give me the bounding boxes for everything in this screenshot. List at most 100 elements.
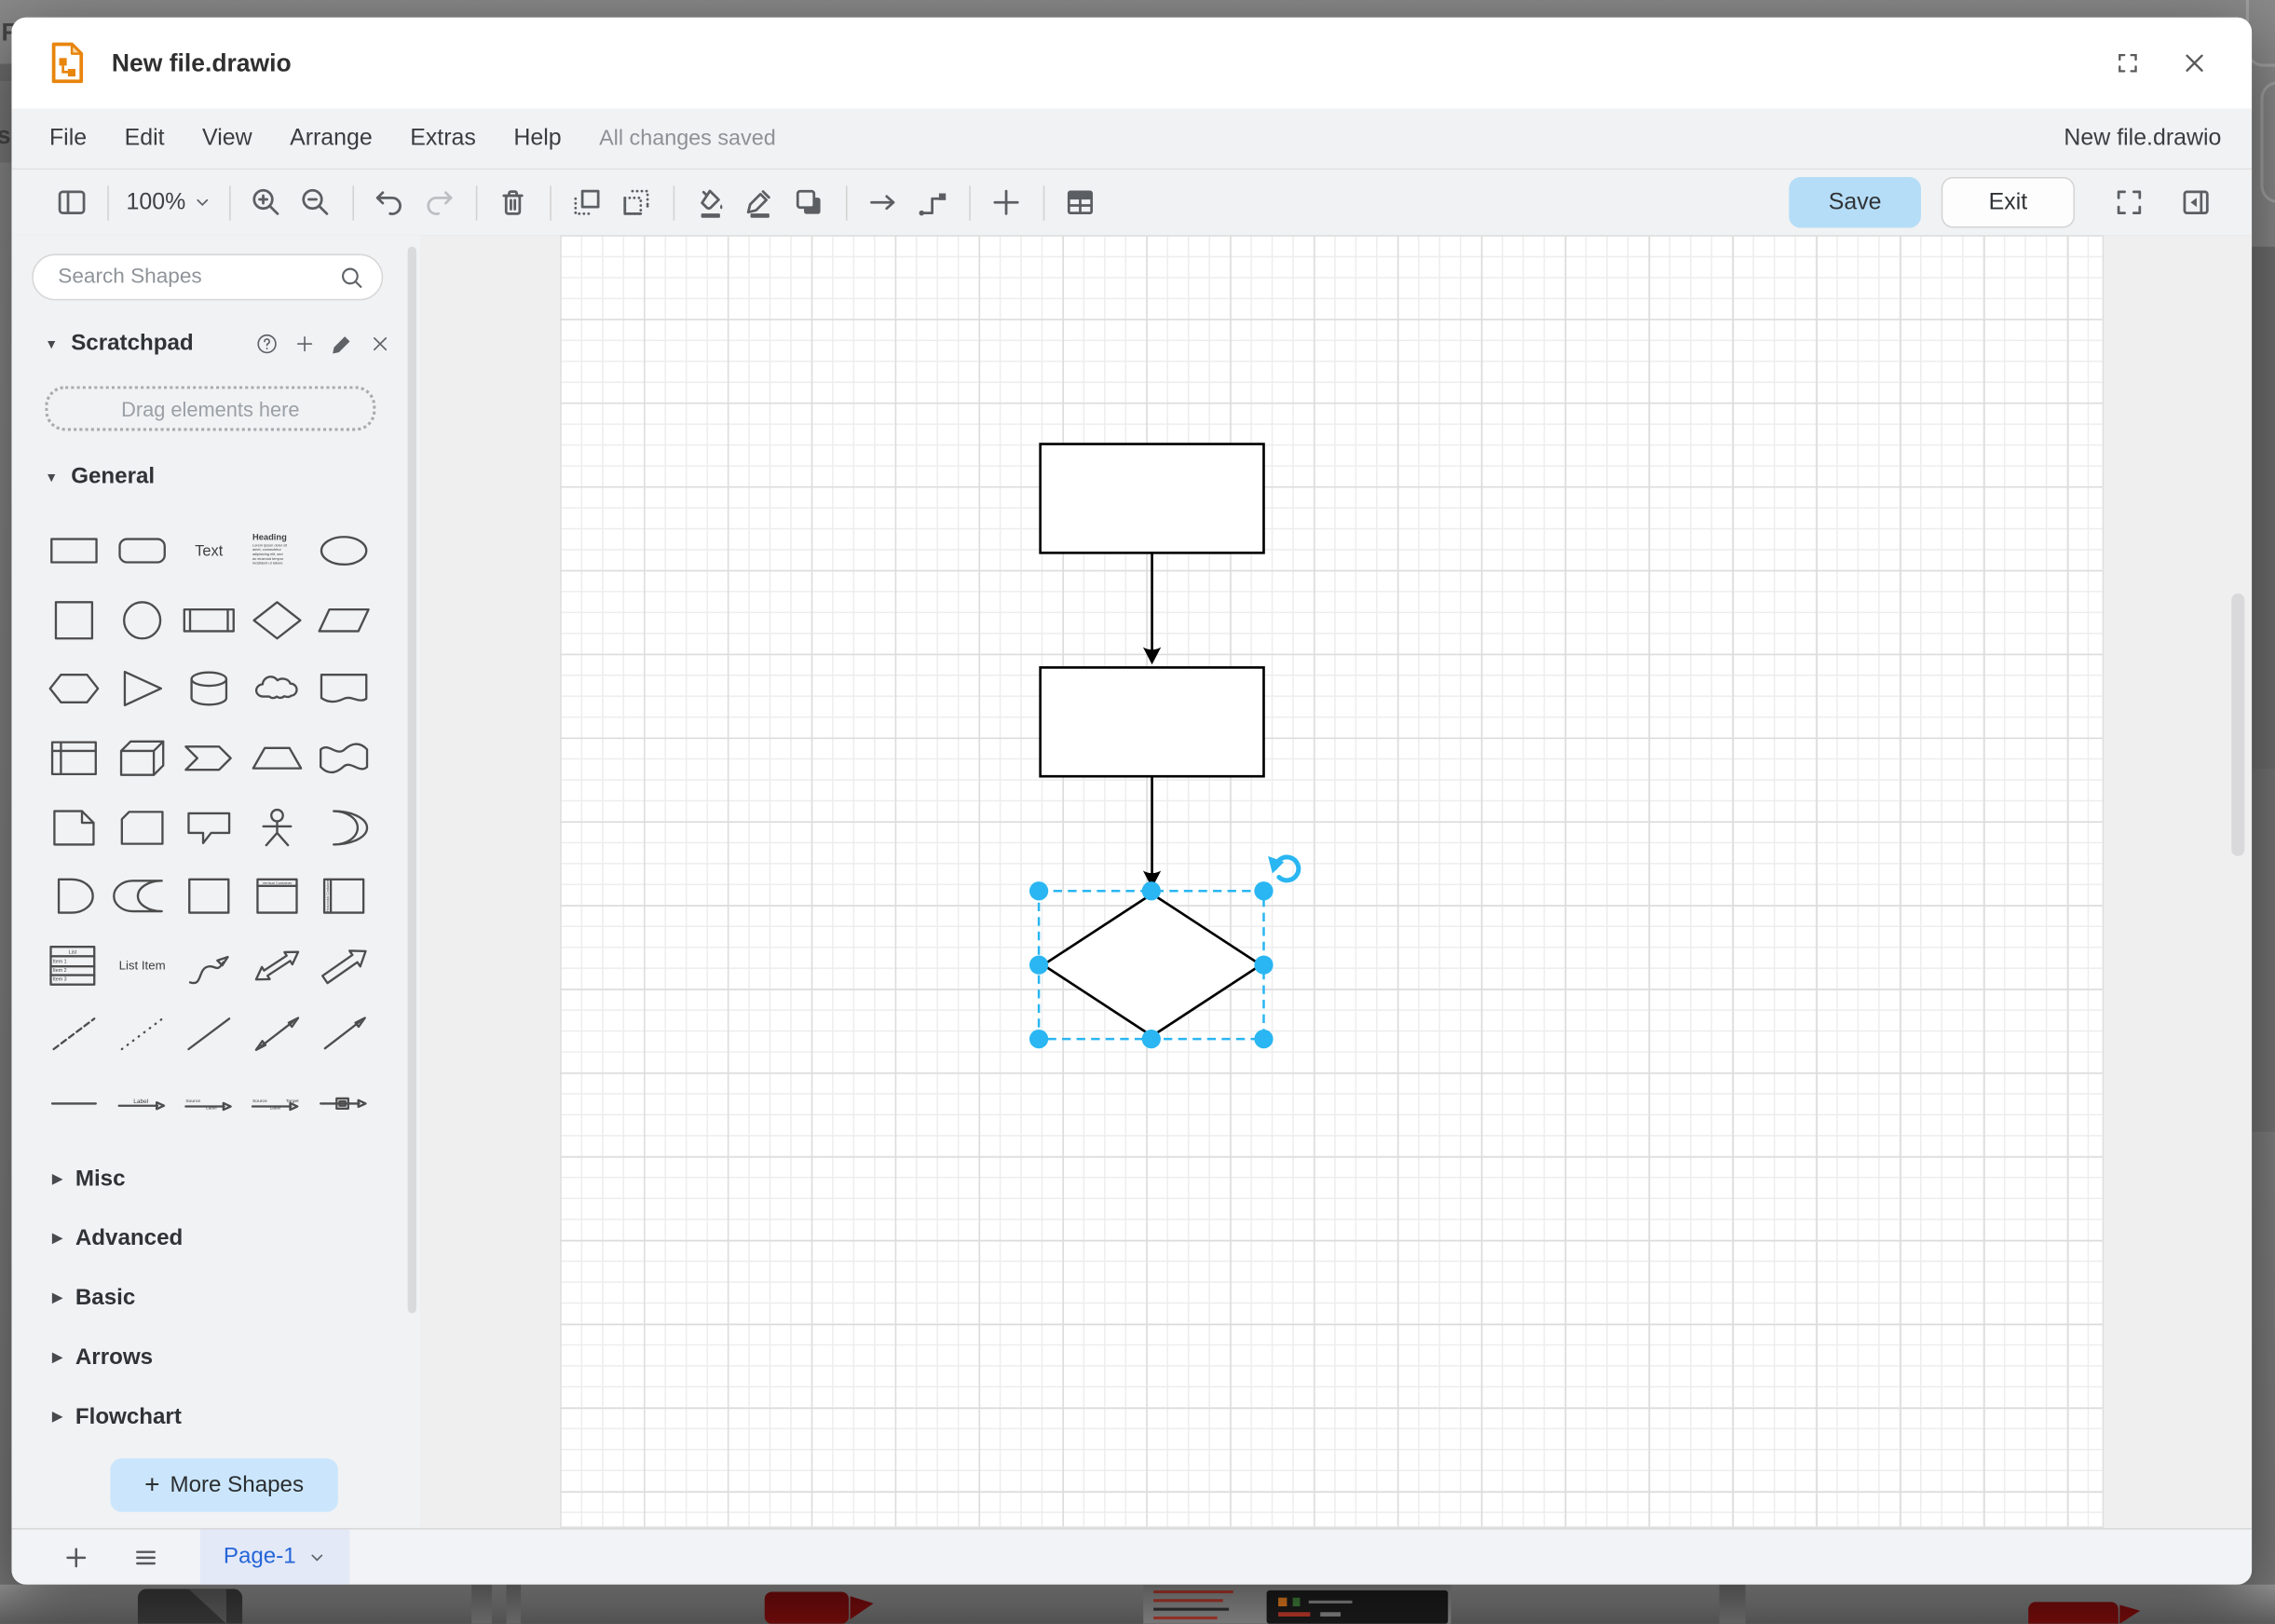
shape-text[interactable]: Text <box>180 528 238 573</box>
shape-tape[interactable] <box>316 736 374 781</box>
selection-handle[interactable] <box>1142 1030 1161 1048</box>
zoom-level-dropdown[interactable]: 100% <box>120 189 217 215</box>
shape-data-storage[interactable] <box>113 874 170 919</box>
shape-bidirectional-connector[interactable] <box>248 1012 306 1057</box>
flowchart-diamond-node[interactable] <box>1043 894 1261 1036</box>
menu-item-help[interactable]: Help <box>513 126 561 152</box>
fill-color-icon[interactable] <box>687 178 736 227</box>
shape-actor[interactable] <box>248 805 306 850</box>
shape-and[interactable] <box>45 874 102 919</box>
shape-bidirectional-arrow[interactable] <box>248 943 306 988</box>
scratchpad-edit-icon[interactable] <box>331 333 354 356</box>
shape-callout[interactable] <box>180 805 238 850</box>
sidebar-section-flowchart[interactable]: ▶Flowchart <box>11 1387 420 1447</box>
fullscreen-icon[interactable] <box>2108 45 2146 82</box>
flowchart-rectangle-node[interactable] <box>1041 667 1264 776</box>
general-section-header[interactable]: ▼ General <box>45 464 155 490</box>
close-icon[interactable] <box>2175 45 2213 82</box>
shape-square[interactable] <box>45 597 102 642</box>
delete-icon[interactable] <box>489 178 538 227</box>
selection-handle[interactable] <box>1029 1030 1048 1048</box>
diagram-canvas[interactable] <box>421 235 2252 1529</box>
search-input[interactable] <box>55 264 339 290</box>
selection-handle[interactable] <box>1254 881 1273 900</box>
shape-ellipse[interactable] <box>316 528 374 573</box>
shape-directional-connector[interactable] <box>316 1012 374 1057</box>
shape-dotted-line[interactable] <box>113 1012 170 1057</box>
shape-arrow[interactable] <box>316 943 374 988</box>
scratchpad-header[interactable]: ▼ Scratchpad <box>45 331 391 357</box>
zoom-in-icon[interactable] <box>242 178 292 227</box>
shape-document[interactable] <box>316 667 374 712</box>
shape-container[interactable] <box>180 874 238 919</box>
flowchart-rectangle-node[interactable] <box>1041 444 1264 553</box>
pages-menu-icon[interactable] <box>128 1539 162 1574</box>
connection-icon[interactable] <box>859 178 908 227</box>
menu-item-edit[interactable]: Edit <box>125 126 165 152</box>
exit-button[interactable]: Exit <box>1941 177 2075 228</box>
shape-cube[interactable] <box>113 736 170 781</box>
redo-icon[interactable] <box>415 178 464 227</box>
fullscreen-toolbar-icon[interactable] <box>2104 178 2153 227</box>
shape-arrow-box[interactable] <box>316 1081 374 1126</box>
shape-list-item[interactable]: List Item <box>113 943 170 988</box>
shape-step[interactable] <box>180 736 238 781</box>
scratchpad-help-icon[interactable] <box>255 333 279 356</box>
sidebar-section-arrows[interactable]: ▶Arrows <box>11 1328 420 1387</box>
selection-handle[interactable] <box>1254 956 1273 975</box>
canvas-vertical-scrollbar[interactable] <box>2231 594 2244 856</box>
shape-circle[interactable] <box>113 597 170 642</box>
shape-textbox[interactable]: HeadingLorem ipsum dolor sitamet, consec… <box>248 528 306 573</box>
shape-parallelogram[interactable] <box>316 597 374 642</box>
to-back-icon[interactable] <box>612 178 661 227</box>
shape-card[interactable] <box>113 805 170 850</box>
insert-icon[interactable] <box>982 178 1031 227</box>
shape-curve[interactable] <box>180 943 238 988</box>
shape-arrow-label[interactable]: Label <box>113 1081 170 1126</box>
shape-or[interactable] <box>316 805 374 850</box>
shape-arrow-source-target[interactable]: SourceLabelTarget <box>248 1081 306 1126</box>
page-tab[interactable]: Page-1 <box>200 1529 349 1584</box>
shape-internal-storage[interactable] <box>45 736 102 781</box>
scratchpad-close-icon[interactable] <box>369 333 392 356</box>
drawing-page[interactable] <box>560 235 2104 1528</box>
sidebar-section-basic[interactable]: ▶Basic <box>11 1268 420 1328</box>
scratchpad-add-icon[interactable] <box>293 333 317 356</box>
scratchpad-dropzone[interactable]: Drag elements here <box>45 386 375 430</box>
shape-vertical-container[interactable]: Vertical Container <box>248 874 306 919</box>
shape-process[interactable] <box>180 597 238 642</box>
menu-item-arrange[interactable]: Arrange <box>290 126 373 152</box>
selection-handle[interactable] <box>1029 881 1048 900</box>
menu-item-extras[interactable]: Extras <box>410 126 476 152</box>
zoom-out-icon[interactable] <box>292 178 341 227</box>
shape-horizontal-container[interactable]: Horizontal Container <box>316 874 374 919</box>
shape-rectangle[interactable] <box>45 528 102 573</box>
shape-arrow-source[interactable]: SourceLabel <box>180 1081 238 1126</box>
shape-diamond[interactable] <box>248 597 306 642</box>
add-page-button[interactable] <box>58 1539 92 1574</box>
sidebar-scrollbar[interactable] <box>408 247 416 1314</box>
shape-list[interactable]: ListItem 1Item 2Item 3 <box>45 943 102 988</box>
shape-cylinder[interactable] <box>180 667 238 712</box>
waypoints-icon[interactable] <box>908 178 958 227</box>
shape-trapezoid[interactable] <box>248 736 306 781</box>
table-icon[interactable] <box>1056 178 1106 227</box>
save-button[interactable]: Save <box>1789 177 1921 228</box>
shape-dashed-line[interactable] <box>45 1012 102 1057</box>
to-front-icon[interactable] <box>563 178 612 227</box>
shape-line[interactable] <box>180 1012 238 1057</box>
toggle-format-panel-icon[interactable] <box>47 178 96 227</box>
line-color-icon[interactable] <box>735 178 784 227</box>
more-shapes-button[interactable]: + More Shapes <box>110 1458 338 1512</box>
menu-item-view[interactable]: View <box>202 126 252 152</box>
sidebar-section-misc[interactable]: ▶Misc <box>11 1149 420 1208</box>
shape-hexagon[interactable] <box>45 667 102 712</box>
shape-note[interactable] <box>45 805 102 850</box>
selection-handle[interactable] <box>1142 881 1161 900</box>
collapse-panel-icon[interactable] <box>2171 178 2220 227</box>
shape-link[interactable] <box>45 1081 102 1126</box>
shape-rounded-rectangle[interactable] <box>113 528 170 573</box>
selection-handle[interactable] <box>1029 956 1048 975</box>
shape-triangle[interactable] <box>113 667 170 712</box>
shape-cloud[interactable] <box>248 667 306 712</box>
